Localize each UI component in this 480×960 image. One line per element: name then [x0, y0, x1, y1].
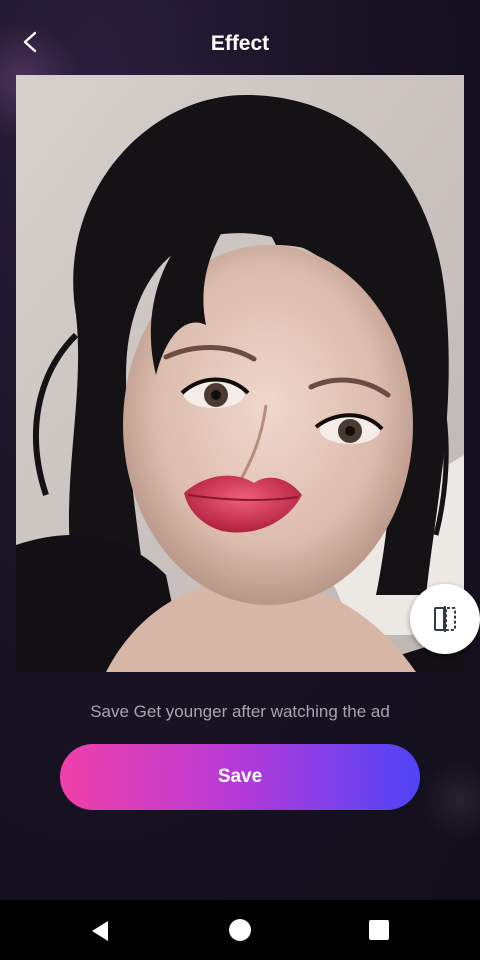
watch-ad-caption: Save Get younger after watching the ad [90, 702, 390, 721]
compare-split-icon[interactable] [410, 584, 480, 654]
nav-back-icon[interactable] [88, 918, 114, 944]
save-button[interactable]: Save [60, 744, 420, 810]
app-screen: Effect Save Get younger after watching t… [0, 0, 480, 900]
decorative-glow [420, 760, 480, 840]
page-title: Effect [210, 32, 270, 55]
nav-recent-apps-icon[interactable] [369, 920, 389, 940]
portrait-image [16, 75, 464, 672]
effect-photo [16, 75, 464, 672]
system-navigation-bar [0, 900, 480, 960]
nav-home-icon[interactable] [229, 919, 251, 941]
